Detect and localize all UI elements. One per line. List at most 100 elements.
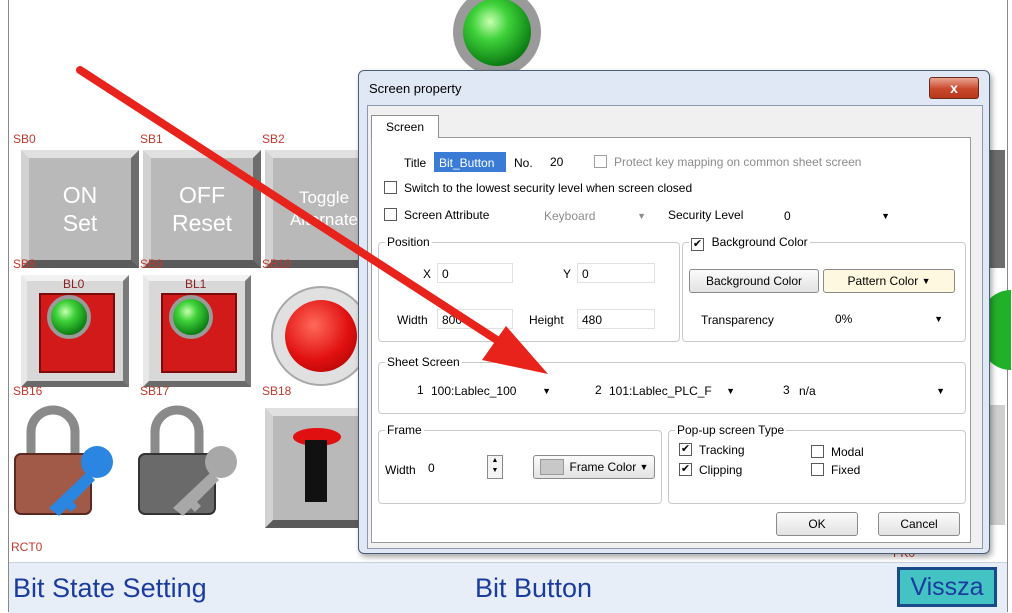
- label-sb16: SB16: [13, 384, 43, 398]
- on-set-button[interactable]: ON Set: [21, 150, 139, 268]
- sheet-2-label: 2: [595, 383, 602, 397]
- on-set-line1: ON: [62, 182, 98, 208]
- padlock-gray-key-icon[interactable]: [133, 400, 243, 520]
- frame-group: Frame Width 0 ▲ ▼ Frame Color ▼: [378, 423, 662, 504]
- off-reset-line2: Reset: [171, 210, 233, 236]
- ok-button[interactable]: OK: [776, 512, 858, 536]
- clipping-checkbox[interactable]: ✔: [679, 463, 692, 476]
- frame-caption: Frame: [385, 423, 424, 437]
- no-value[interactable]: 20: [550, 155, 563, 169]
- label-sb0: SB0: [13, 132, 36, 146]
- switch-lowest-label: Switch to the lowest security level when…: [404, 181, 693, 195]
- modal-checkbox[interactable]: [811, 445, 824, 458]
- bit-state-setting-text: Bit State Setting: [13, 573, 207, 603]
- bl0-lamp-button[interactable]: BL0: [21, 275, 129, 387]
- position-group: Position X 0 Y 0 Width 800 Height 480: [378, 235, 680, 342]
- security-level-dropdown[interactable]: 0 ▼: [784, 206, 894, 226]
- label-sb17: SB17: [140, 384, 170, 398]
- transparency-label: Transparency: [701, 313, 774, 327]
- sheet-screen-caption: Sheet Screen: [385, 355, 462, 369]
- width-label: Width: [397, 313, 428, 327]
- keyboard-dropdown[interactable]: Keyboard ▼: [544, 206, 650, 226]
- frame-width-label: Width: [385, 463, 416, 477]
- bit-button-text: Bit Button: [475, 573, 593, 603]
- pattern-color-label: Pattern Color: [847, 274, 919, 288]
- transparency-dropdown[interactable]: 0% ▼: [835, 309, 947, 329]
- position-caption: Position: [385, 235, 432, 249]
- screen-attribute-checkbox[interactable]: [384, 208, 397, 221]
- switch-lowest-checkbox[interactable]: [384, 181, 397, 194]
- off-reset-line1: OFF: [179, 182, 225, 208]
- sheet-1-value: 100:Lablec_100: [431, 384, 517, 398]
- label-bl0: BL0: [63, 277, 85, 291]
- tracking-checkbox[interactable]: ✔: [679, 443, 692, 456]
- sheet-1-label: 1: [417, 383, 424, 397]
- title-label: Title: [404, 156, 427, 170]
- modal-label: Modal: [831, 445, 864, 459]
- chevron-down-icon: ▼: [726, 386, 735, 396]
- frame-color-button[interactable]: Frame Color ▼: [533, 455, 655, 479]
- label-sb1: SB1: [140, 132, 163, 146]
- sheet-3-value: n/a: [799, 384, 816, 398]
- y-input[interactable]: 0: [577, 263, 655, 283]
- pattern-color-button[interactable]: Pattern Color ▼: [823, 269, 955, 293]
- no-label: No.: [514, 156, 533, 170]
- green-lamp-icon: [169, 295, 213, 339]
- label-bl1: BL1: [185, 277, 207, 291]
- clipping-label: Clipping: [699, 463, 743, 477]
- frame-color-swatch: [539, 459, 564, 475]
- label-sb8: SB8: [13, 257, 36, 271]
- green-lamp-icon: [47, 295, 91, 339]
- chevron-down-icon: ▼: [637, 211, 646, 221]
- off-reset-button[interactable]: OFF Reset: [143, 150, 261, 268]
- background-color-checkbox[interactable]: ✔: [691, 238, 704, 251]
- frame-width-spinner[interactable]: ▲ ▼: [487, 455, 503, 479]
- top-green-lamp: [453, 0, 541, 76]
- cancel-button[interactable]: Cancel: [878, 512, 960, 536]
- chevron-down-icon: ▼: [881, 211, 890, 221]
- chevron-down-icon: ▼: [934, 314, 943, 324]
- keyboard-value: Keyboard: [544, 209, 596, 223]
- fixed-label: Fixed: [831, 463, 861, 477]
- background-caption-label: Background Color: [711, 235, 808, 249]
- vissza-button[interactable]: Vissza: [897, 567, 997, 607]
- background-color-button[interactable]: Background Color: [689, 269, 819, 293]
- security-level-value: 0: [784, 209, 791, 223]
- sheet-3-label: 3: [783, 383, 790, 397]
- x-label: X: [423, 267, 432, 281]
- tab-screen[interactable]: Screen: [371, 115, 439, 138]
- bottom-bar: Bit State Setting Bit Button Vissza: [9, 562, 1007, 613]
- y-label: Y: [563, 267, 572, 281]
- padlock-brown-key-icon[interactable]: [9, 400, 119, 520]
- sheet-1-dropdown[interactable]: 100:Lablec_100 ▼: [431, 381, 555, 401]
- sheet-2-dropdown[interactable]: 101:Lablec_PLC_F ▼: [609, 381, 739, 401]
- popup-type-group: Pop-up screen Type ✔ Tracking ✔ Clipping…: [668, 423, 966, 504]
- label-sb18: SB18: [262, 384, 292, 398]
- red-round-button[interactable]: [271, 286, 371, 386]
- bl1-lamp-button[interactable]: BL1: [143, 275, 251, 387]
- sheet-3-dropdown[interactable]: n/a ▼: [799, 381, 949, 401]
- x-input[interactable]: 0: [437, 263, 513, 283]
- transparency-value: 0%: [835, 312, 853, 326]
- chevron-down-icon: ▼: [921, 276, 931, 286]
- protect-key-checkbox[interactable]: [594, 155, 607, 168]
- title-input[interactable]: Bit_Button: [434, 152, 506, 172]
- toggle-line2: Alternate: [289, 210, 359, 229]
- label-sb10: SB10: [262, 257, 292, 271]
- toggle-line1: Toggle: [298, 188, 350, 207]
- chevron-down-icon: ▼: [542, 386, 551, 396]
- dialog-title: Screen property: [369, 81, 462, 96]
- height-input[interactable]: 480: [577, 309, 655, 329]
- tab-page: Title Bit_Button No. 20 Protect key mapp…: [371, 137, 971, 543]
- width-input[interactable]: 800: [437, 309, 513, 329]
- tracking-label: Tracking: [699, 443, 745, 457]
- fixed-checkbox[interactable]: [811, 463, 824, 476]
- sheet-screen-group: Sheet Screen 1 100:Lablec_100 ▼ 2 101:Lab…: [378, 355, 966, 414]
- label-sb9: SB9: [140, 257, 163, 271]
- screen-attribute-label: Screen Attribute: [404, 208, 490, 222]
- emergency-stop-button[interactable]: [265, 408, 369, 528]
- security-level-label: Security Level: [668, 208, 744, 222]
- chevron-down-icon: ▼: [639, 462, 649, 472]
- label-sb2: SB2: [262, 132, 285, 146]
- close-button[interactable]: x: [929, 77, 979, 99]
